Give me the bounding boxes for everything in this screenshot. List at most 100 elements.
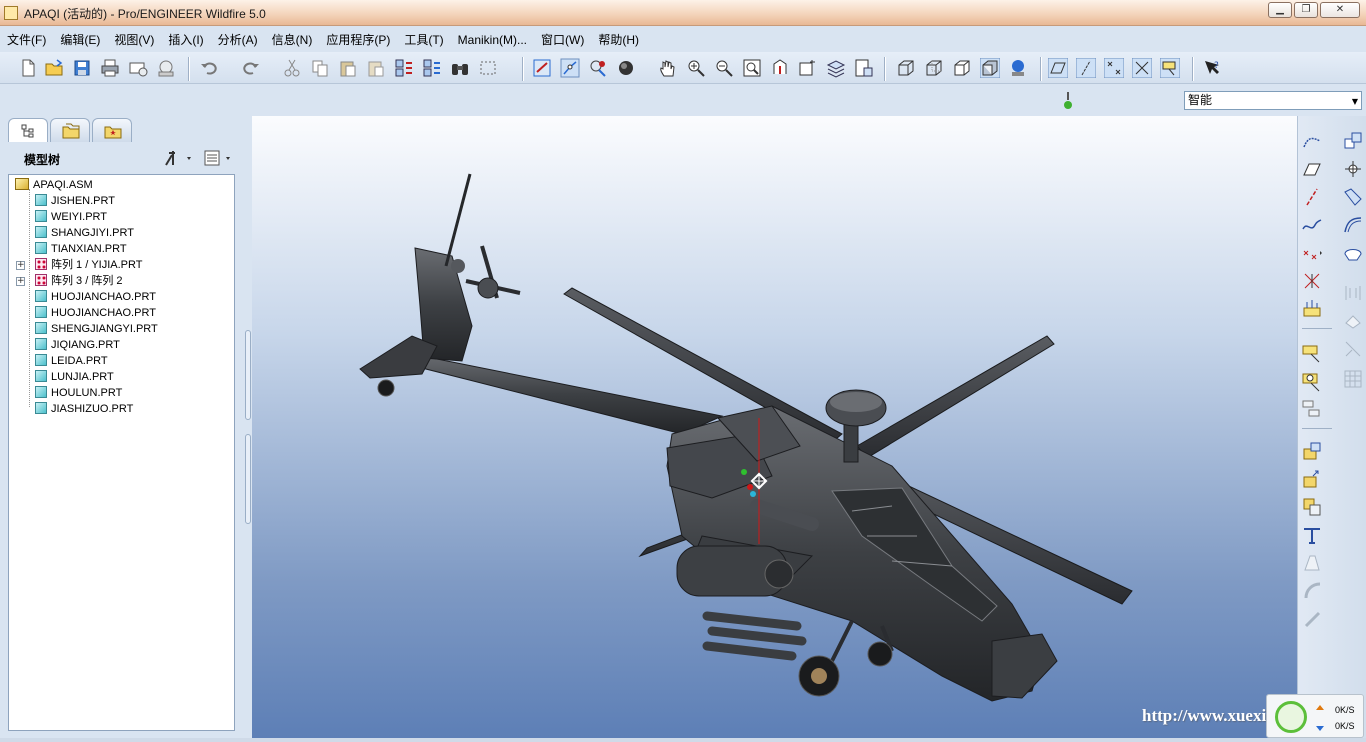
- close-button[interactable]: ✕: [1320, 2, 1360, 18]
- wireframe-icon[interactable]: [896, 58, 916, 78]
- note-icon[interactable]: [1301, 342, 1323, 364]
- tree-item-root[interactable]: APAQI.ASM: [15, 177, 93, 193]
- view-manager-icon[interactable]: [854, 58, 874, 78]
- paste-icon[interactable]: [338, 58, 358, 78]
- new-file-icon[interactable]: [18, 58, 38, 78]
- tree-item[interactable]: WEIYI.PRT: [35, 209, 107, 225]
- tree-item-pattern[interactable]: 阵列 3 / 阵列 2: [35, 273, 123, 289]
- print-icon[interactable]: [100, 58, 120, 78]
- tree-item[interactable]: TIANXIAN.PRT: [35, 241, 127, 257]
- menu-applications[interactable]: 应用程序(P): [326, 30, 390, 50]
- tree-item[interactable]: HUOJIANCHAO.PRT: [35, 289, 156, 305]
- hidden-line-icon[interactable]: [924, 58, 944, 78]
- expand-toggle[interactable]: +: [16, 277, 25, 286]
- select-box-icon[interactable]: [478, 58, 498, 78]
- place-component-icon[interactable]: [1301, 468, 1323, 490]
- tab-favorites[interactable]: [92, 118, 132, 142]
- menu-info[interactable]: 信息(N): [272, 30, 313, 50]
- datum-axis-display-icon[interactable]: [1076, 58, 1096, 78]
- tree-item[interactable]: JIQIANG.PRT: [35, 337, 120, 353]
- tab-model-tree[interactable]: [8, 118, 48, 142]
- datum-plane-icon[interactable]: [1301, 158, 1323, 180]
- menu-window[interactable]: 窗口(W): [541, 30, 584, 50]
- restore-button[interactable]: ❐: [1294, 2, 1318, 18]
- datum-axis-icon[interactable]: [1301, 186, 1323, 208]
- coordinate-system-display-icon[interactable]: [1132, 58, 1152, 78]
- copy-icon[interactable]: [310, 58, 330, 78]
- pan-hand-icon[interactable]: [658, 58, 678, 78]
- tree-item[interactable]: LUNJIA.PRT: [35, 369, 114, 385]
- tree-item[interactable]: SHANGJIYI.PRT: [35, 225, 134, 241]
- coordinate-system-icon[interactable]: [1301, 270, 1323, 292]
- spin-center-icon[interactable]: [560, 58, 580, 78]
- tree-item[interactable]: HUOJIANCHAO.PRT: [35, 305, 156, 321]
- shade-sphere-icon[interactable]: [616, 58, 636, 78]
- repaint-icon[interactable]: [532, 58, 552, 78]
- expand-toggle[interactable]: +: [16, 261, 25, 270]
- no-hidden-icon[interactable]: [952, 58, 972, 78]
- menu-help[interactable]: 帮助(H): [598, 30, 639, 50]
- section-icon[interactable]: [1342, 242, 1364, 264]
- selection-filter-select[interactable]: 智能 ▼: [1184, 91, 1362, 110]
- datum-point-display-icon[interactable]: [1104, 58, 1124, 78]
- tree-columns-icon[interactable]: [203, 149, 235, 167]
- menu-tools[interactable]: 工具(T): [404, 30, 443, 50]
- exploded-view-icon[interactable]: [1301, 398, 1323, 420]
- helicopter-model[interactable]: [252, 116, 1297, 738]
- repeat-component-icon[interactable]: [1342, 186, 1364, 208]
- orient-mode-icon[interactable]: [588, 58, 608, 78]
- merge-icon[interactable]: [1301, 496, 1323, 518]
- tree-item[interactable]: JISHEN.PRT: [35, 193, 115, 209]
- context-help-icon[interactable]: ?: [1202, 58, 1222, 78]
- tree-settings-icon[interactable]: [163, 149, 195, 167]
- reorient-icon[interactable]: [770, 58, 790, 78]
- cut-icon[interactable]: [282, 58, 302, 78]
- analysis-icon[interactable]: [1301, 298, 1323, 320]
- shading-icon[interactable]: [980, 58, 1000, 78]
- zoom-out-icon[interactable]: [714, 58, 734, 78]
- assemble-component-icon[interactable]: [1342, 130, 1364, 152]
- tree-item[interactable]: HOULUN.PRT: [35, 385, 122, 401]
- menu-insert[interactable]: 插入(I): [168, 30, 203, 50]
- refit-icon[interactable]: [742, 58, 762, 78]
- create-component-icon[interactable]: [1342, 158, 1364, 180]
- pattern-component-icon[interactable]: [1342, 214, 1364, 236]
- saved-views-icon[interactable]: [798, 58, 818, 78]
- splitter-grip[interactable]: [245, 330, 251, 420]
- save-icon[interactable]: [72, 58, 92, 78]
- menu-manikin[interactable]: Manikin(M)...: [458, 30, 527, 50]
- zoom-in-icon[interactable]: [686, 58, 706, 78]
- regenerate-icon[interactable]: [394, 58, 414, 78]
- send-mail-icon[interactable]: [128, 58, 148, 78]
- splitter-grip[interactable]: [245, 434, 251, 524]
- tree-item-pattern[interactable]: 阵列 1 / YIJIA.PRT: [35, 257, 143, 273]
- menu-file[interactable]: 文件(F): [7, 30, 46, 50]
- menu-view[interactable]: 视图(V): [114, 30, 154, 50]
- regeneration-manager-icon[interactable]: [422, 58, 442, 78]
- paste-special-icon[interactable]: [366, 58, 386, 78]
- minimize-button[interactable]: ▁: [1268, 2, 1292, 18]
- datum-plane-display-icon[interactable]: [1048, 58, 1068, 78]
- graphics-window[interactable]: [252, 116, 1297, 738]
- layers-icon[interactable]: [826, 58, 846, 78]
- table-note-icon[interactable]: [1301, 370, 1323, 392]
- component-interface-icon[interactable]: [1301, 440, 1323, 462]
- redo-icon[interactable]: [240, 58, 260, 78]
- tree-item[interactable]: LEIDA.PRT: [35, 353, 108, 369]
- datum-curve-icon[interactable]: [1301, 214, 1323, 236]
- annotation-display-icon[interactable]: [1160, 58, 1180, 78]
- open-folder-icon[interactable]: [44, 58, 64, 78]
- menu-edit[interactable]: 编辑(E): [60, 30, 100, 50]
- panel-splitter[interactable]: [244, 116, 252, 742]
- find-binoculars-icon[interactable]: [450, 58, 470, 78]
- model-tree-display-icon[interactable]: [1008, 58, 1028, 78]
- tab-folder-browser[interactable]: [50, 118, 90, 142]
- tree-item[interactable]: JIASHIZUO.PRT: [35, 401, 133, 417]
- menu-analysis[interactable]: 分析(A): [218, 30, 258, 50]
- tree-item[interactable]: SHENGJIANGYI.PRT: [35, 321, 158, 337]
- rib-icon[interactable]: [1301, 524, 1323, 546]
- datum-point-icon[interactable]: [1301, 242, 1323, 264]
- send-link-icon[interactable]: [156, 58, 176, 78]
- undo-icon[interactable]: [200, 58, 220, 78]
- sketch-curve-icon[interactable]: [1301, 130, 1323, 152]
